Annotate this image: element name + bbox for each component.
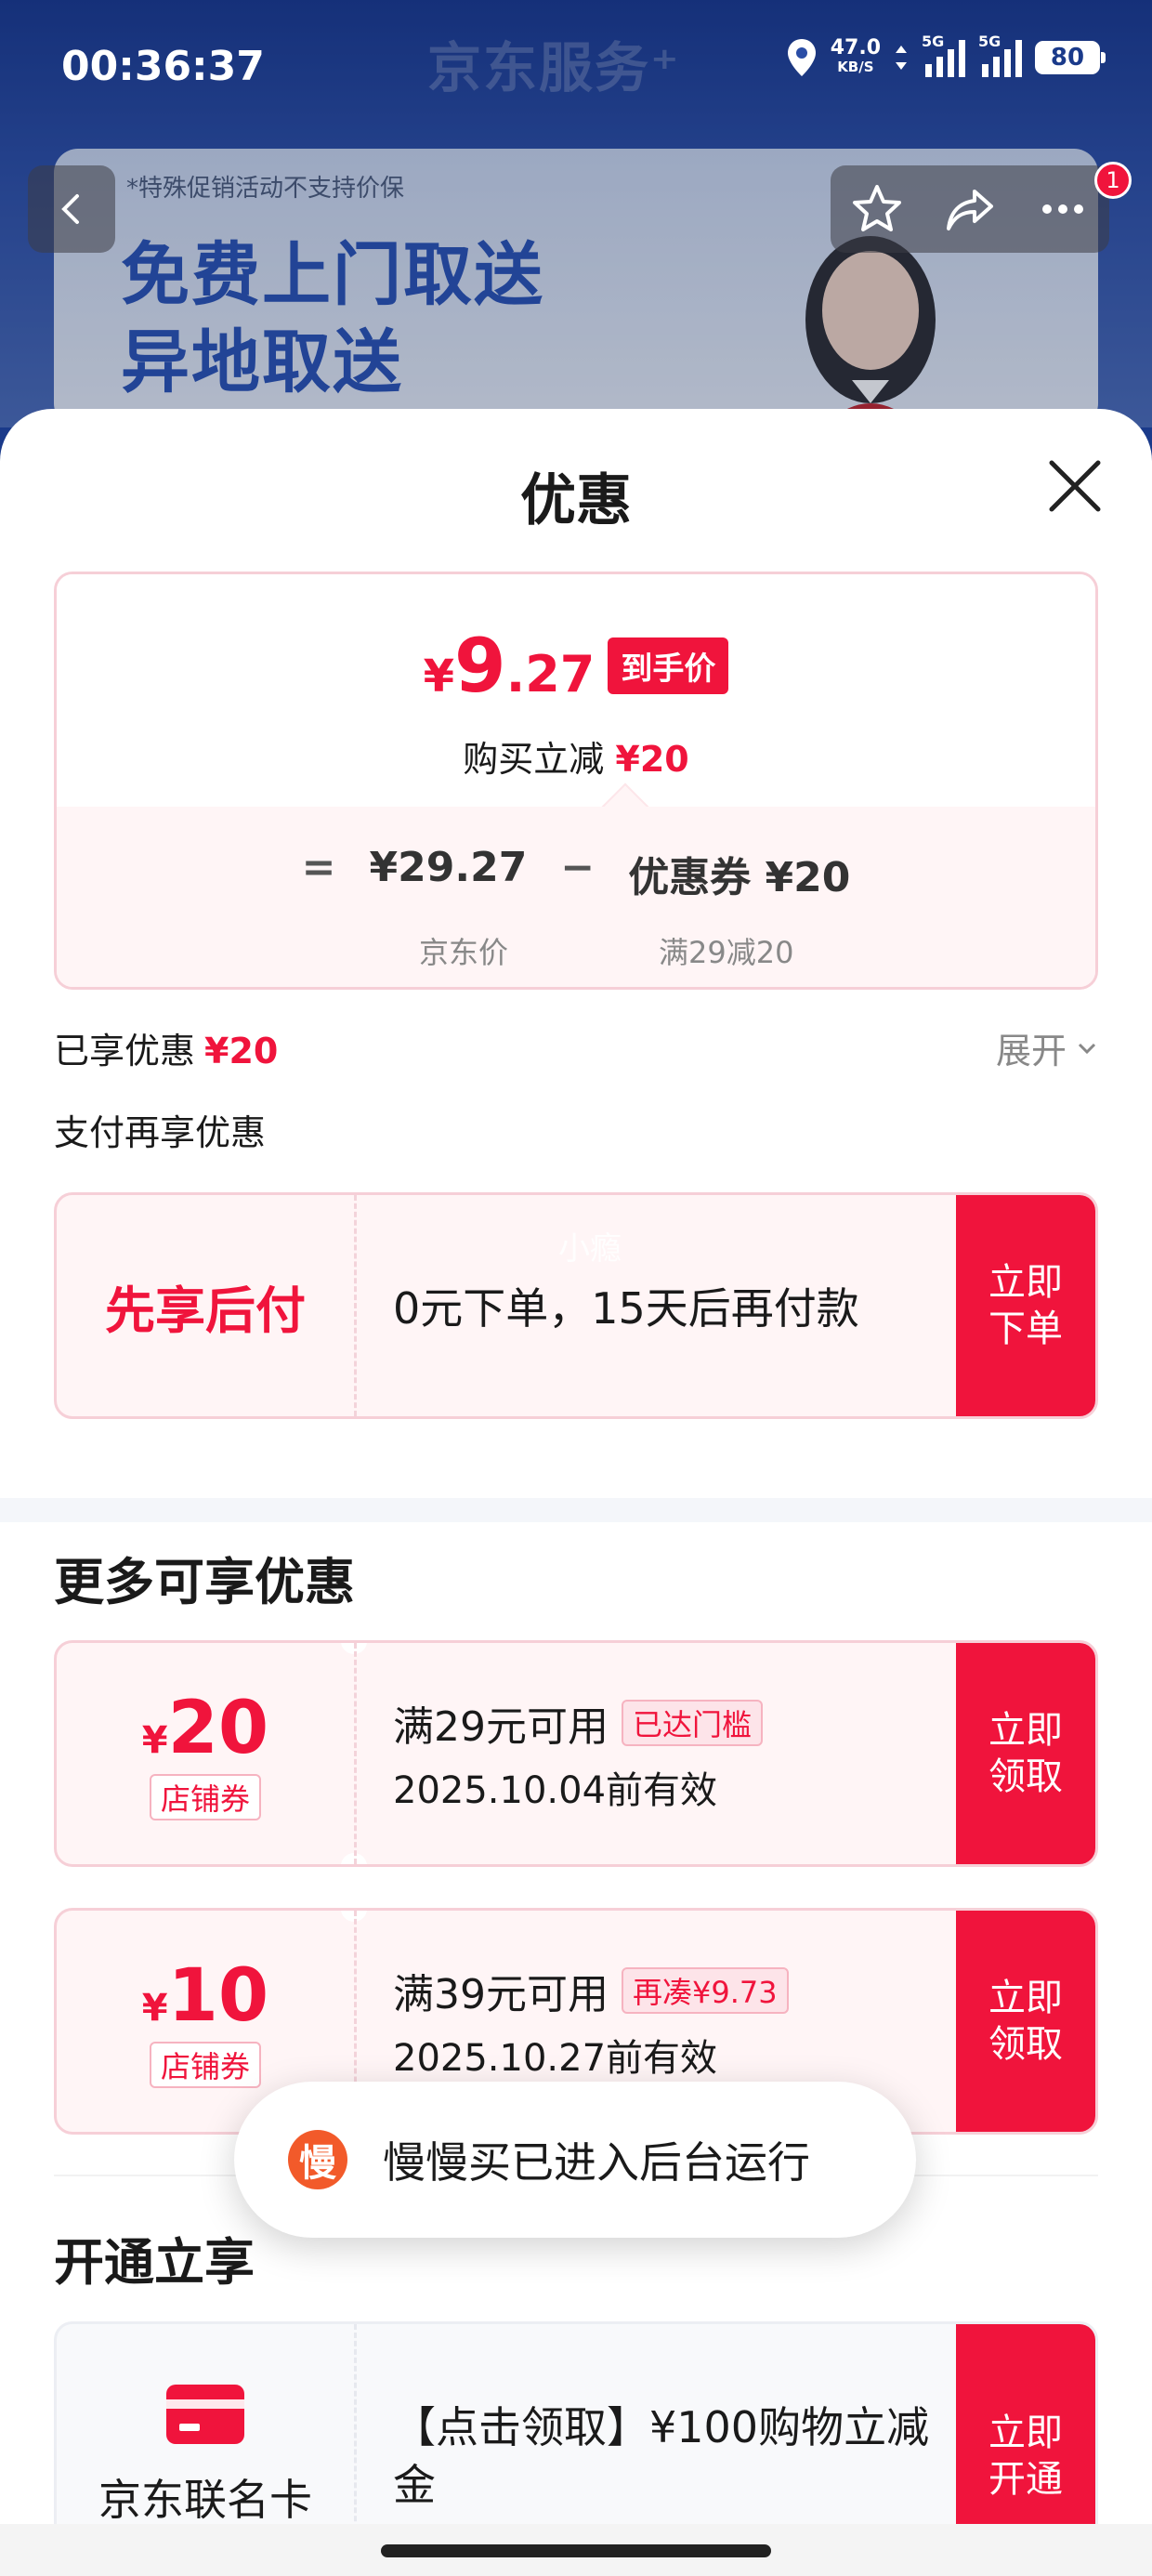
instant-reduce: 购买立减 ¥20 [463, 739, 689, 780]
sheet-title: 优惠 [520, 468, 632, 533]
data-transfer-icon [896, 46, 907, 70]
credit-card-icon [166, 2385, 244, 2444]
more-menu-icon[interactable] [1036, 182, 1090, 236]
coupon-rule: 满29元可用 [393, 1703, 609, 1751]
discount-sheet: 优惠 ¥9.27 到手价 购买立减 ¥20 = ¥29.27 − 优惠券 ¥20 [0, 409, 1152, 2576]
final-price-card: ¥9.27 到手价 购买立减 ¥20 = ¥29.27 − 优惠券 ¥20 京东… [54, 572, 1098, 990]
base-price-label: 京东价 [419, 935, 509, 970]
chevron-left-icon [61, 194, 79, 224]
top-actions [831, 165, 1109, 253]
enjoyed-discount: 已享优惠 ¥20 [54, 1031, 279, 1071]
coupon-value: ¥20 [141, 1687, 269, 1770]
net-speed: 47.0 KB/S [830, 36, 881, 76]
claim-coupon-button[interactable]: 立即 领取 [956, 1911, 1095, 2132]
location-icon [787, 39, 816, 76]
home-indicator[interactable] [0, 2524, 1152, 2576]
bnpl-card: 先享后付 小瘾 0元下单，15天后再付款 立即 下单 [54, 1192, 1098, 1419]
favorite-star-icon[interactable] [850, 182, 904, 236]
coupon-rule: 满39元可用 [393, 1971, 609, 2018]
coupon-value: ¥10 [141, 1954, 269, 2038]
battery-indicator: 80 [1035, 41, 1106, 74]
price-formula: = ¥29.27 − 优惠券 ¥20 京东价 满29减20 [57, 807, 1095, 987]
status-time: 00:36:37 [61, 43, 265, 90]
close-icon[interactable] [1046, 457, 1104, 515]
signal-strength-1: 5G [922, 33, 965, 77]
signal-strength-2: 5G [978, 33, 1022, 77]
coupon-amount: 优惠券 ¥20 [628, 854, 851, 901]
chevron-down-icon [1078, 1043, 1096, 1054]
expand-button[interactable]: 展开 [996, 1022, 1100, 1073]
final-price: ¥9.27 [423, 623, 596, 709]
more-offers-title: 更多可享优惠 [54, 1553, 355, 1611]
claim-coupon-button[interactable]: 立即 领取 [956, 1643, 1095, 1864]
order-now-button[interactable]: 立即 下单 [956, 1195, 1095, 1416]
coupon-status-badge: 已达门槛 [622, 1700, 764, 1746]
final-price-tag: 到手价 [608, 637, 729, 694]
coupon-validity: 2025.10.04前有效 [393, 1769, 718, 1812]
card-name: 京东联名卡 [98, 2475, 312, 2525]
coupon-validity: 2025.10.27前有效 [393, 2037, 718, 2080]
back-button[interactable] [28, 165, 115, 253]
open-benefits-title: 开通立享 [54, 2233, 255, 2292]
card-offer-text: 【点击领取】¥100购物立减金 [393, 2402, 930, 2510]
coupon-card: ¥20 店铺券 满29元可用 已达门槛 2025.10.04前有效 立即 领取 [54, 1640, 1098, 1867]
base-price: ¥29.27 [369, 844, 528, 891]
share-icon[interactable] [943, 182, 997, 236]
coupon-status-badge: 再凑¥9.73 [622, 1967, 789, 2014]
toast-message: 慢慢买已进入后台运行 [383, 2137, 810, 2188]
coupon-type: 店铺券 [149, 1774, 261, 1820]
bnpl-title: 先享后付 [105, 1281, 306, 1340]
coupon-rule-label: 满29减20 [659, 935, 794, 970]
app-logo-icon: 慢 [288, 2130, 347, 2189]
coupon-type: 店铺券 [149, 2042, 261, 2088]
status-bar: 00:36:37 47.0 KB/S 5G 5G 80 [0, 0, 1152, 121]
background-toast: 慢 慢慢买已进入后台运行 [234, 2082, 916, 2238]
bnpl-description: 0元下单，15天后再付款 [393, 1283, 859, 1334]
message-badge: 1 [1094, 162, 1132, 199]
pay-section-title: 支付再享优惠 [54, 1112, 267, 1153]
